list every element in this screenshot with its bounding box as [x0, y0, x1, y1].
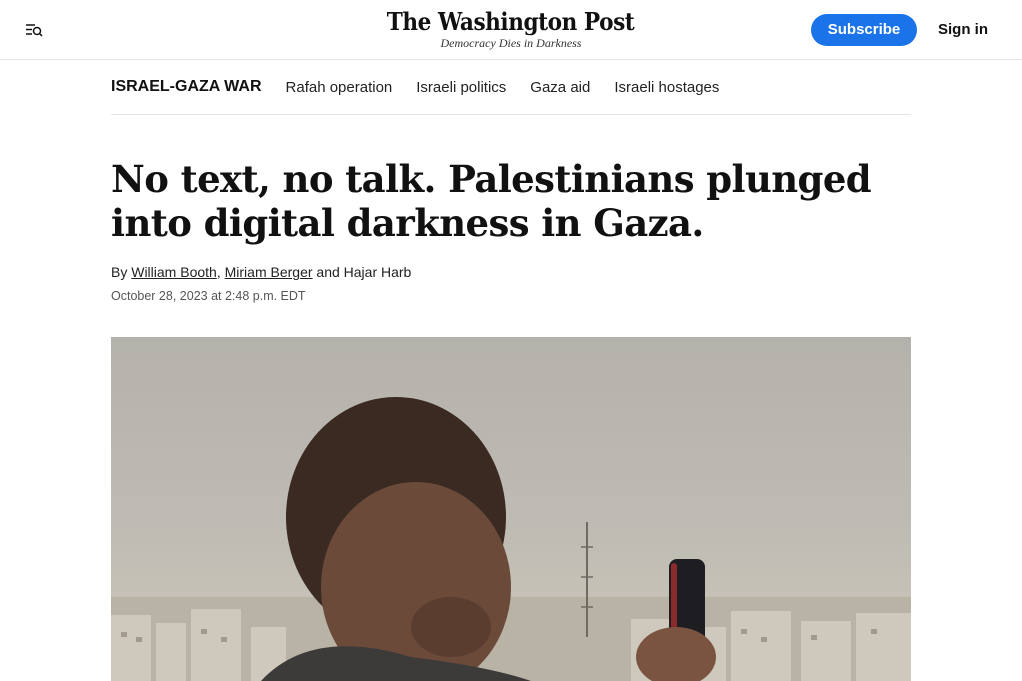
- section-nav: ISRAEL-GAZA WAR Rafah operation Israeli …: [111, 60, 911, 115]
- article-headline: No text, no talk. Palestinians plunged i…: [111, 157, 872, 245]
- byline: By William Booth, Miriam Berger and Haja…: [111, 264, 411, 280]
- nav-link-gaza-aid[interactable]: Gaza aid: [530, 79, 590, 96]
- byline-and: and: [316, 264, 340, 280]
- byline-comma: ,: [216, 264, 221, 280]
- hero-photo: [111, 337, 911, 681]
- author-link-william-booth[interactable]: William Booth: [131, 264, 217, 280]
- section-title[interactable]: ISRAEL-GAZA WAR: [111, 78, 262, 96]
- logo-name: The Washington Post: [387, 7, 635, 36]
- nav-link-israeli-politics[interactable]: Israeli politics: [416, 79, 506, 96]
- nav-link-israeli-hostages[interactable]: Israeli hostages: [614, 79, 719, 96]
- hero-photo-illustration: [111, 397, 911, 681]
- top-header: The Washington Post Democracy Dies in Da…: [0, 0, 1022, 60]
- author-link-miriam-berger[interactable]: Miriam Berger: [225, 264, 313, 280]
- nav-link-rafah-operation[interactable]: Rafah operation: [286, 79, 393, 96]
- publish-timestamp: October 28, 2023 at 2:48 p.m. EDT: [111, 289, 306, 303]
- sign-in-button[interactable]: Sign in: [938, 14, 988, 46]
- byline-prefix: By: [111, 264, 128, 280]
- subscribe-button[interactable]: Subscribe: [811, 14, 917, 46]
- author-hajar-harb: Hajar Harb: [343, 264, 412, 280]
